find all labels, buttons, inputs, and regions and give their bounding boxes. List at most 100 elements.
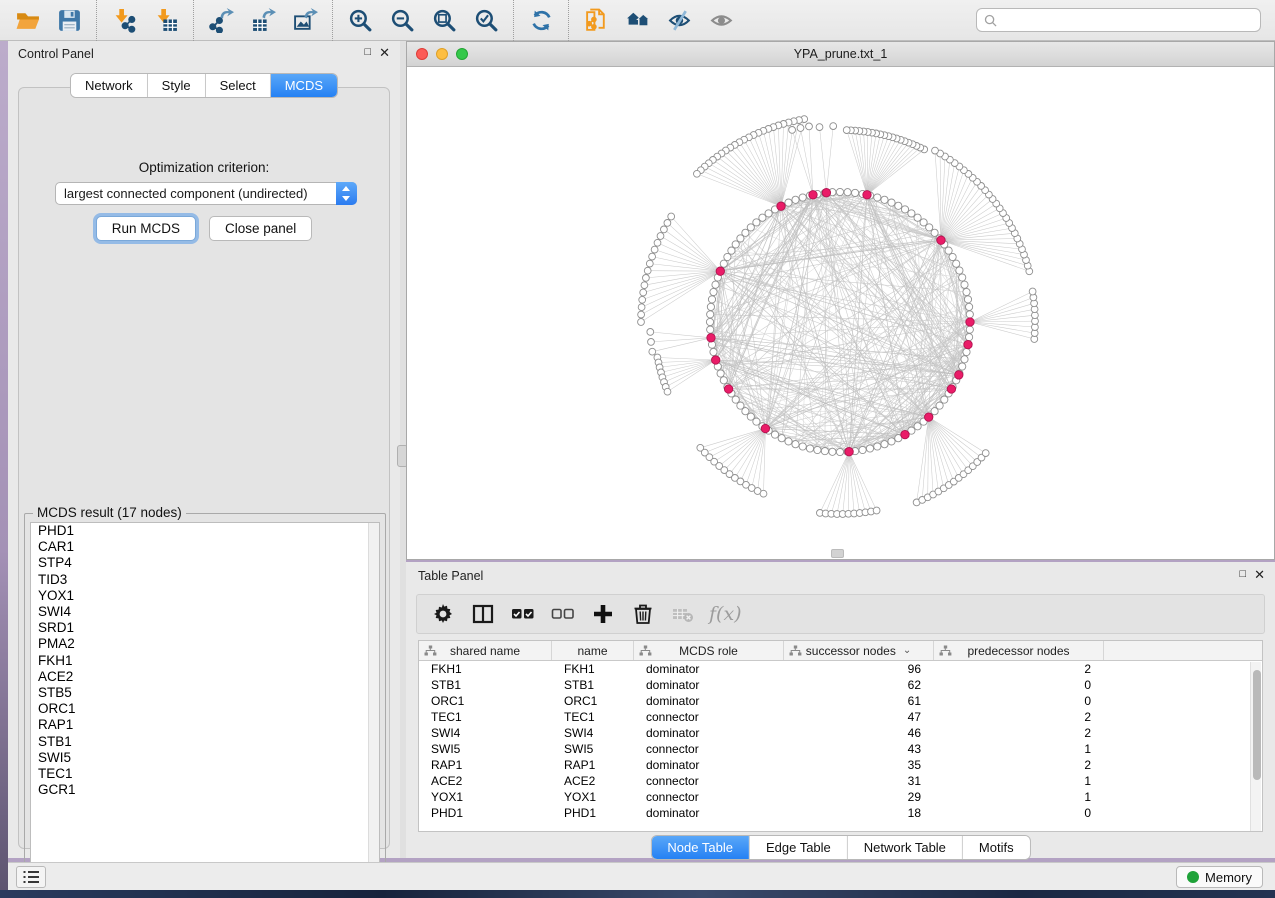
close-table-panel-icon[interactable]: ✕ [1254,568,1265,581]
close-panel-icon[interactable]: ✕ [379,46,390,59]
delete-table-button[interactable] [671,602,695,626]
table-scrollbar-thumb[interactable] [1253,670,1261,780]
new-network-document-button[interactable] [575,2,617,38]
unchecked-boxes-button[interactable] [551,602,575,626]
mcds-result-item[interactable]: STP4 [31,555,379,571]
table-cell: TEC1 [419,710,552,724]
mcds-result-item[interactable]: RAP1 [31,717,379,733]
function-builder-icon[interactable]: f(x) [709,603,742,625]
gear-button[interactable] [431,602,455,626]
trash-button[interactable] [631,602,655,626]
control-panel-tab-bar: NetworkStyleSelectMCDS [70,73,338,98]
toolbar-group [332,0,513,41]
table-row[interactable]: PHD1PHD1dominator180 [419,805,1262,821]
mcds-result-item[interactable]: SWI4 [31,604,379,620]
mcds-result-list[interactable]: PHD1CAR1STP4TID3YOX1SWI4SRD1PMA2FKH1ACE2… [30,522,380,875]
table-cell: dominator [634,758,784,772]
mcds-result-item[interactable]: STB1 [31,734,379,750]
mcds-result-item[interactable]: SWI5 [31,750,379,766]
zoom-fit-button[interactable] [423,2,465,38]
column-header-shared-name[interactable]: shared name [419,641,552,660]
node-table[interactable]: shared namenameMCDS rolesuccessor nodes⌄… [418,640,1263,832]
mcds-result-item[interactable]: YOX1 [31,588,379,604]
export-network-button[interactable] [200,2,242,38]
tab-network-table[interactable]: Network Table [848,836,963,859]
tab-network[interactable]: Network [71,74,148,97]
table-panel-title: Table Panel [418,569,483,583]
memory-button[interactable]: Memory [1176,866,1263,888]
search-input[interactable] [1002,13,1253,28]
mcds-result-item[interactable]: ORC1 [31,701,379,717]
run-mcds-button[interactable]: Run MCDS [96,216,196,241]
close-panel-button[interactable]: Close panel [209,216,312,241]
mcds-result-item[interactable]: FKH1 [31,653,379,669]
plus-button[interactable] [591,602,615,626]
table-row[interactable]: RAP1RAP1dominator352 [419,757,1262,773]
mcds-result-item[interactable]: PMA2 [31,636,379,652]
horizontal-splitter-handle[interactable] [831,549,844,558]
float-table-panel-icon[interactable]: □ [1239,569,1246,580]
table-row[interactable]: ORC1ORC1dominator610 [419,693,1262,709]
maximize-window-icon[interactable] [456,48,468,60]
table-row[interactable]: TEC1TEC1connector472 [419,709,1262,725]
zoom-out-button[interactable] [381,2,423,38]
table-row[interactable]: YOX1YOX1connector291 [419,789,1262,805]
tab-select[interactable]: Select [206,74,271,97]
zoom-selected-button[interactable] [465,2,507,38]
column-header-predecessor-nodes[interactable]: predecessor nodes [934,641,1104,660]
tab-motifs[interactable]: Motifs [963,836,1030,859]
mcds-result-item[interactable]: CAR1 [31,539,379,555]
table-row[interactable]: SWI5SWI5connector431 [419,741,1262,757]
import-network-button[interactable] [103,2,145,38]
import-table-button[interactable] [145,2,187,38]
table-row[interactable]: FKH1FKH1dominator962 [419,661,1262,677]
mcds-result-item[interactable]: GCR1 [31,782,379,798]
table-row[interactable]: STB1STB1dominator620 [419,677,1262,693]
table-cell: ORC1 [552,694,634,708]
split-pane-button[interactable] [471,602,495,626]
mcds-result-item[interactable]: SRD1 [31,620,379,636]
gear-icon [431,602,455,626]
mcds-result-item[interactable]: STB5 [31,685,379,701]
mcds-result-item[interactable]: TEC1 [31,766,379,782]
open-folder-button[interactable] [6,2,48,38]
close-window-icon[interactable] [416,48,428,60]
export-table-button[interactable] [242,2,284,38]
task-history-button[interactable] [16,866,46,888]
tab-node-table[interactable]: Node Table [651,836,750,859]
zoom-in-button[interactable] [339,2,381,38]
table-row[interactable]: ACE2ACE2connector311 [419,773,1262,789]
float-panel-icon[interactable]: □ [364,47,371,58]
mcds-result-item[interactable]: ACE2 [31,669,379,685]
tab-style[interactable]: Style [148,74,206,97]
tab-edge-table[interactable]: Edge Table [750,836,848,859]
search-field[interactable] [976,8,1261,32]
save-session-button[interactable] [48,2,90,38]
column-header-successor-nodes[interactable]: successor nodes⌄ [784,641,934,660]
mcds-result-item[interactable]: TID3 [31,572,379,588]
table-cell: 0 [934,806,1104,820]
column-header-MCDS-role[interactable]: MCDS role [634,641,784,660]
open-folder-icon [15,8,40,33]
minimize-window-icon[interactable] [436,48,448,60]
eye-button[interactable] [701,2,743,38]
houses-icon [626,8,651,33]
mcds-result-item[interactable]: PHD1 [31,523,379,539]
column-header-name[interactable]: name [552,641,634,660]
table-row[interactable]: SWI4SWI4dominator462 [419,725,1262,741]
network-canvas[interactable] [407,67,1274,559]
tab-mcds[interactable]: MCDS [271,74,337,97]
table-scrollbar[interactable] [1250,662,1261,832]
houses-button[interactable] [617,2,659,38]
table-cell: 47 [784,710,934,724]
network-window-titlebar[interactable]: YPA_prune.txt_1 [407,42,1274,67]
shared-column-icon [424,645,437,657]
optimization-criterion-select[interactable]: largest connected component (undirected) [55,182,357,205]
hide-eye-button[interactable] [659,2,701,38]
result-list-scrollbar[interactable] [368,523,379,874]
export-image-button[interactable] [284,2,326,38]
refresh-layout-button[interactable] [520,2,562,38]
node-table-header-row: shared namenameMCDS rolesuccessor nodes⌄… [419,641,1262,661]
checked-boxes-button[interactable] [511,602,535,626]
hide-eye-icon [668,8,693,33]
